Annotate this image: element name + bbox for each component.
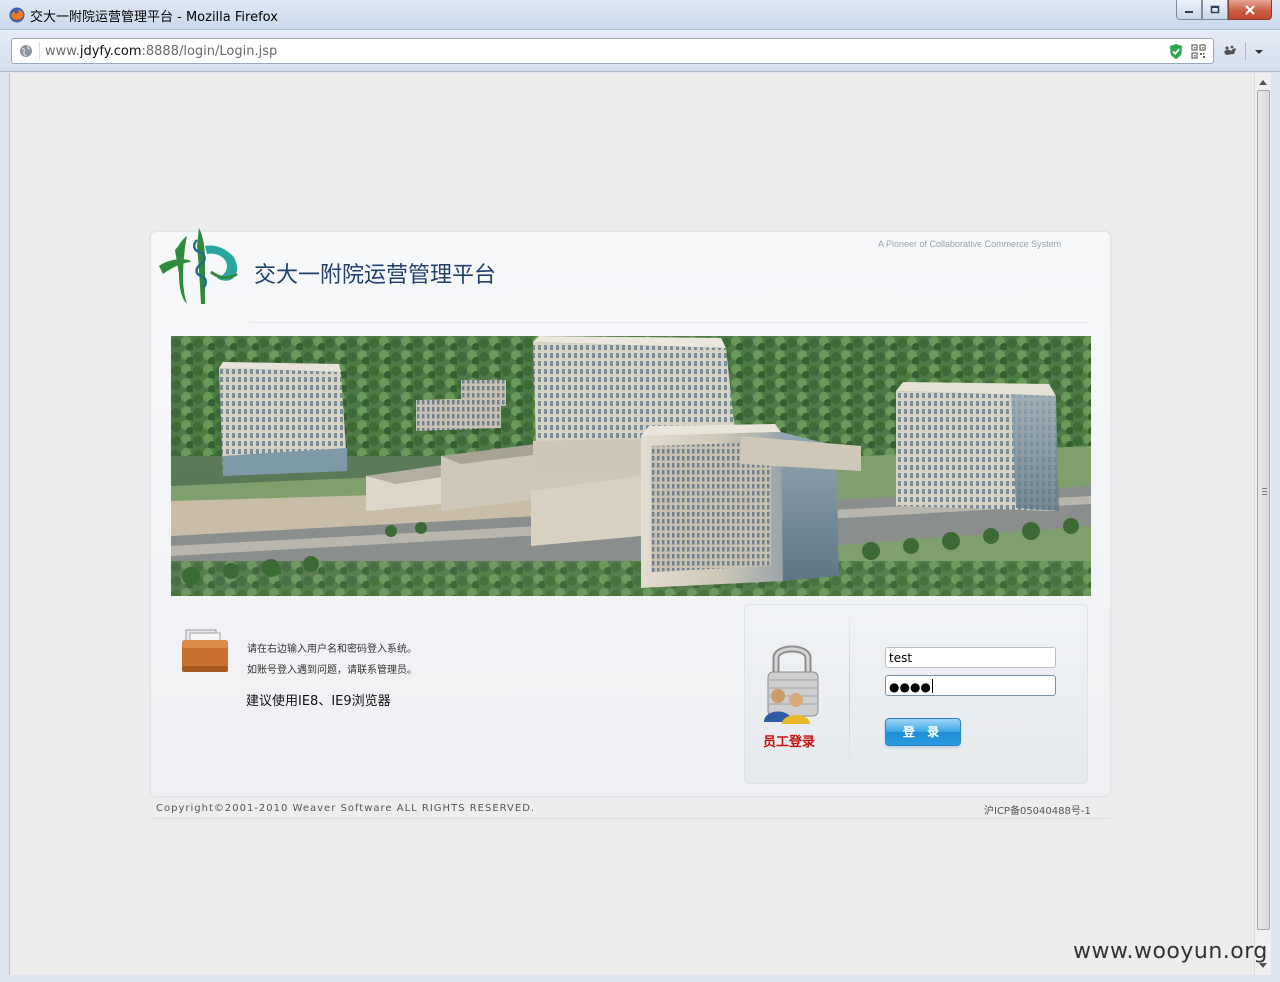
- text-caret: [931, 679, 933, 693]
- minimize-icon: [1185, 10, 1193, 13]
- maximize-button[interactable]: [1202, 0, 1228, 20]
- address-separator: [39, 42, 40, 60]
- menu-arrow-icon[interactable]: [1252, 42, 1266, 60]
- lock-users-icon: [764, 645, 819, 724]
- slogan-text: A Pioneer of Collaborative Commerce Syst…: [878, 239, 1062, 249]
- window-titlebar: 交大一附院运营管理平台 - Mozilla Firefox: [0, 0, 1280, 30]
- url-domain: jdyfy.com: [79, 44, 142, 59]
- login-instruction-text: 请在右边输入用户名和密码登入系统。: [247, 644, 417, 655]
- briefcase-icon: [182, 629, 228, 672]
- contact-admin-text: 如账号登入遇到问题，请联系管理员。: [247, 665, 417, 676]
- scrollbar-grip-icon: [1262, 488, 1267, 495]
- browser-recommendation-text: 建议使用IE8、IE9浏览器: [246, 694, 391, 709]
- footer-divider: [150, 818, 1111, 819]
- toolbar-separator: [1245, 42, 1246, 60]
- navigation-toolbar: www.jdyfy.com:8888/login/Login.jsp: [0, 30, 1280, 72]
- hospital-campus-banner: [171, 336, 1091, 596]
- url-prefix: www.: [45, 44, 80, 59]
- close-icon: [1245, 4, 1255, 15]
- window-controls: [1176, 0, 1272, 20]
- watermark-text: www.wooyun.org: [1073, 939, 1268, 964]
- address-bar[interactable]: www.jdyfy.com:8888/login/Login.jsp: [11, 38, 1214, 64]
- vertical-scrollbar[interactable]: [1254, 73, 1271, 975]
- hospital-logo-icon: [159, 228, 238, 304]
- icp-license-text: 沪ICP备05040488号-1: [984, 806, 1091, 817]
- username-input[interactable]: test: [885, 647, 1056, 668]
- login-box-divider: [849, 620, 850, 772]
- url-path: :8888/login/Login.jsp: [141, 44, 278, 59]
- login-button[interactable]: 登 录: [885, 718, 961, 746]
- extension-icon[interactable]: [1222, 43, 1238, 59]
- globe-icon: [20, 45, 32, 57]
- qr-code-icon[interactable]: [1191, 44, 1206, 59]
- window-title: 交大一附院运营管理平台 - Mozilla Firefox: [30, 10, 278, 25]
- window-frame-bottom: [0, 975, 1271, 982]
- scrollbar-thumb[interactable]: [1257, 90, 1270, 930]
- shield-icon[interactable]: [1169, 43, 1183, 60]
- header-divider: [250, 322, 1090, 323]
- password-mask: ●●●●: [889, 680, 931, 694]
- minimize-button[interactable]: [1176, 0, 1202, 20]
- firefox-icon: [9, 7, 25, 23]
- brand-title: 交大一附院运营管理平台: [254, 263, 497, 288]
- staff-login-label: 员工登录: [763, 735, 816, 750]
- window-frame-right: [1271, 73, 1280, 982]
- password-input[interactable]: ●●●●: [885, 675, 1056, 696]
- maximize-icon: [1210, 5, 1220, 14]
- close-button[interactable]: [1228, 0, 1272, 20]
- url-text[interactable]: www.jdyfy.com:8888/login/Login.jsp: [45, 44, 277, 59]
- scroll-up-arrow-icon[interactable]: [1259, 80, 1267, 85]
- copyright-text: Copyright©2001-2010 Weaver Software ALL …: [156, 803, 536, 814]
